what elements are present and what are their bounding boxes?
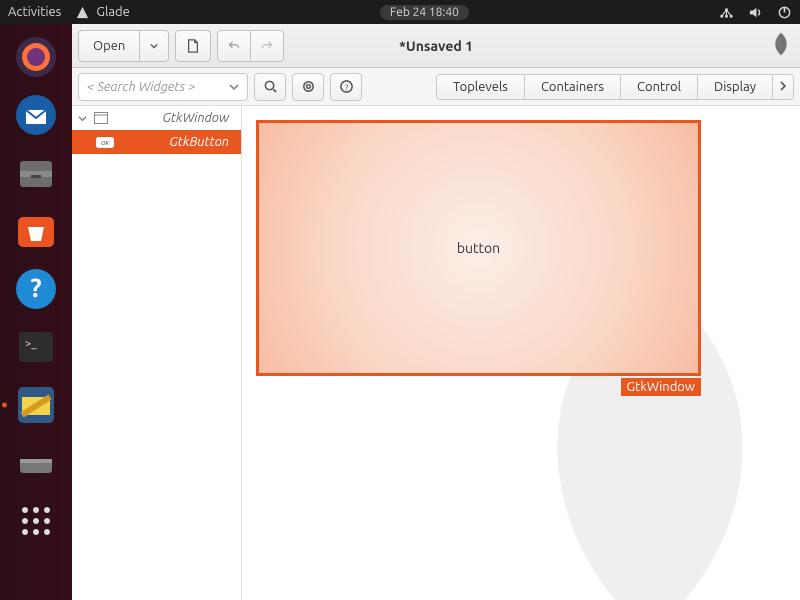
chevron-right-icon (779, 81, 787, 91)
dock-files[interactable] (11, 148, 61, 198)
object-tree-sidebar: GtkWindow OK GtkButton (72, 106, 242, 600)
svg-text:?: ? (30, 273, 41, 302)
activities-button[interactable]: Activities (8, 5, 61, 19)
open-recent-dropdown[interactable] (139, 30, 169, 62)
volume-icon[interactable] (748, 5, 763, 20)
chevron-down-icon (229, 82, 239, 92)
design-selection-annot: GtkWindow (621, 378, 701, 396)
gear-icon (301, 79, 316, 94)
tab-containers[interactable]: Containers (525, 75, 621, 99)
design-button-label: button (457, 240, 500, 256)
power-icon[interactable] (777, 5, 792, 20)
dock-glade[interactable] (11, 380, 61, 430)
dock-thunderbird[interactable] (11, 90, 61, 140)
design-gtkbutton[interactable]: button (256, 120, 701, 376)
tree-row-label: GtkWindow (114, 111, 241, 125)
tab-control[interactable]: Control (621, 75, 698, 99)
widget-category-tabs: Toplevels Containers Control Display (436, 74, 794, 100)
window-body: GtkWindow OK GtkButton button GtkWindow (72, 106, 800, 600)
headerbar: Open *Unsaved 1 (72, 24, 800, 68)
glade-logo-icon (768, 31, 794, 60)
open-button[interactable]: Open (78, 30, 140, 62)
clock-button[interactable]: Feb 24 18:40 (380, 5, 469, 20)
focused-app-name: Glade (96, 5, 130, 19)
help-button[interactable]: ? (330, 73, 362, 101)
undo-icon (228, 38, 240, 53)
focused-app-indicator[interactable]: Glade (75, 5, 130, 20)
help-icon: ? (339, 79, 354, 94)
glade-app-icon (75, 5, 90, 20)
glade-window: Open *Unsaved 1 < Search Widgets > ? Top… (72, 24, 800, 600)
window-icon (94, 112, 108, 124)
svg-text:>_: >_ (25, 338, 37, 350)
svg-text:?: ? (344, 82, 348, 92)
redo-icon (261, 38, 273, 53)
design-canvas[interactable]: button GtkWindow (242, 106, 800, 600)
dock-apps-grid[interactable] (11, 496, 61, 546)
tab-toplevels[interactable]: Toplevels (437, 75, 525, 99)
dock-firefox[interactable] (11, 32, 61, 82)
button-icon: OK (96, 137, 114, 148)
dock-help[interactable]: ? (11, 264, 61, 314)
tree-row-gtkbutton[interactable]: OK GtkButton (72, 130, 241, 154)
document-new-icon (186, 38, 200, 54)
widget-search-input[interactable]: < Search Widgets > (78, 73, 248, 101)
new-document-button[interactable] (175, 30, 211, 62)
gnome-top-panel: Activities Glade Feb 24 18:40 (0, 0, 800, 24)
search-icon (263, 79, 278, 94)
search-placeholder-text: < Search Widgets > (87, 80, 195, 94)
ubuntu-dock: ? >_ (0, 24, 72, 600)
tab-display[interactable]: Display (698, 75, 773, 99)
preferences-button[interactable] (292, 73, 324, 101)
zoom-button[interactable] (254, 73, 286, 101)
design-gtkwindow[interactable]: button GtkWindow (256, 120, 701, 396)
svg-text:OK: OK (101, 140, 111, 147)
redo-button[interactable] (250, 30, 284, 62)
expander-icon[interactable] (76, 114, 88, 123)
tree-row-label: GtkButton (120, 135, 241, 149)
tree-row-gtkwindow[interactable]: GtkWindow (72, 106, 241, 130)
dock-drive[interactable] (11, 438, 61, 488)
undo-button[interactable] (217, 30, 251, 62)
dock-terminal[interactable]: >_ (11, 322, 61, 372)
network-icon[interactable] (719, 5, 734, 20)
dock-software[interactable] (11, 206, 61, 256)
secondary-toolbar: < Search Widgets > ? Toplevels Container… (72, 68, 800, 106)
tab-more[interactable] (773, 75, 793, 99)
chevron-down-icon (150, 41, 158, 51)
